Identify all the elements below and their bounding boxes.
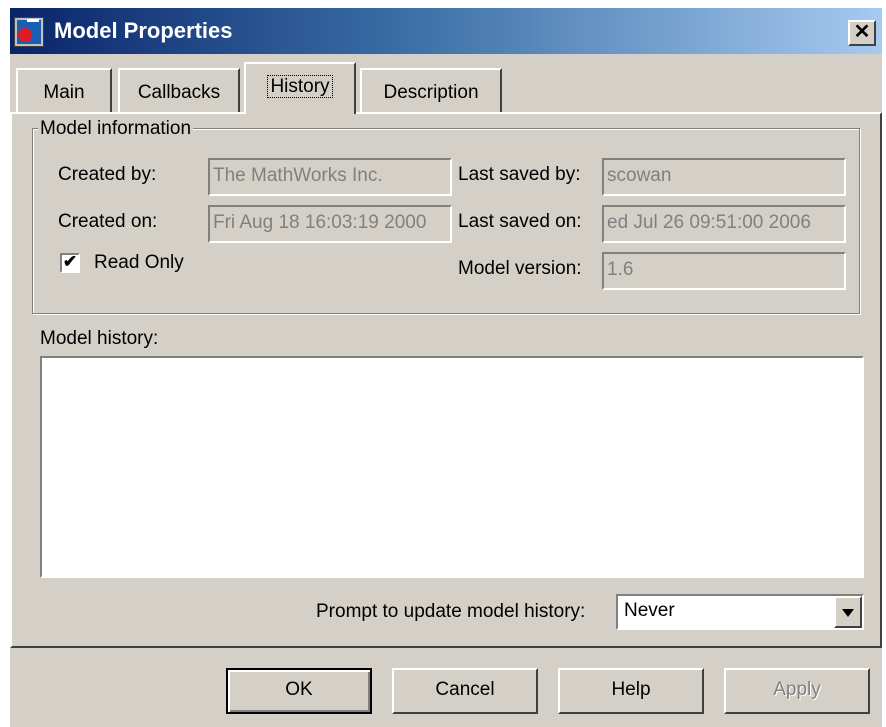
dropdown-button[interactable] (834, 596, 862, 628)
model-information-label: Model information (38, 118, 194, 140)
check-icon: ✔ (62, 252, 78, 271)
last-saved-by-field[interactable]: scowan (602, 158, 846, 196)
model-properties-dialog: Model Properties ✕ Main Callbacks Histor… (10, 8, 882, 727)
simulink-model-icon (14, 17, 44, 47)
cancel-button[interactable]: Cancel (392, 668, 538, 714)
created-on-label: Created on: (58, 211, 158, 232)
tab-description-label: Description (383, 82, 479, 103)
tab-description[interactable]: Description (360, 68, 502, 112)
help-button[interactable]: Help (558, 668, 704, 714)
chevron-down-icon (842, 609, 854, 617)
model-history-textarea[interactable] (40, 356, 864, 578)
model-version-label: Model version: (458, 258, 582, 279)
ok-button[interactable]: OK (226, 668, 372, 714)
tab-main-label: Main (43, 82, 85, 103)
last-saved-on-label: Last saved on: (458, 211, 582, 232)
tab-callbacks[interactable]: Callbacks (118, 68, 240, 112)
created-by-field[interactable]: The MathWorks Inc. (208, 158, 452, 196)
created-by-label: Created by: (58, 164, 157, 185)
model-version-field[interactable]: 1.6 (602, 252, 846, 290)
close-icon: ✕ (853, 21, 871, 43)
apply-button[interactable]: Apply (724, 668, 870, 714)
title-bar[interactable]: Model Properties ✕ (10, 8, 882, 54)
read-only-label[interactable]: Read Only (94, 252, 184, 274)
tab-main[interactable]: Main (16, 68, 112, 112)
model-history-label: Model history: (40, 328, 159, 349)
read-only-checkbox[interactable]: ✔ (60, 253, 80, 273)
tab-callbacks-label: Callbacks (137, 82, 221, 103)
prompt-select-value: Never (624, 600, 675, 621)
tab-history[interactable]: History (244, 62, 356, 114)
last-saved-by-label: Last saved by: (458, 164, 581, 185)
close-button[interactable]: ✕ (848, 20, 876, 46)
prompt-select[interactable]: Never (616, 594, 864, 630)
last-saved-on-field[interactable]: ed Jul 26 09:51:00 2006 (602, 205, 846, 243)
window-title: Model Properties (54, 18, 233, 43)
tab-history-label: History (267, 75, 333, 98)
created-on-field[interactable]: Fri Aug 18 16:03:19 2000 (208, 205, 452, 243)
prompt-label: Prompt to update model history: (316, 601, 586, 622)
